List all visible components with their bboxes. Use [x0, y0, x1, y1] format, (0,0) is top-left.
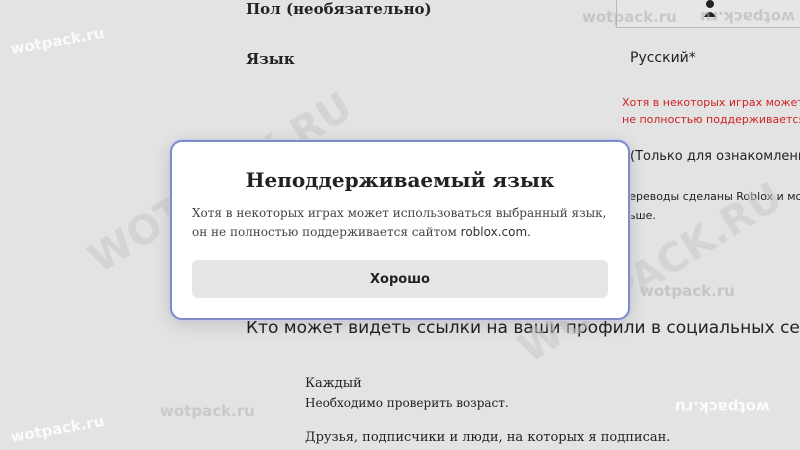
dialog-site-name: roblox.com.	[460, 225, 531, 239]
watermark-mirrored: wotpack.ru	[700, 8, 795, 26]
watermark-mirrored: wotpack.ru	[675, 398, 770, 416]
dialog-message-text: Хотя в некоторых играх может использоват…	[192, 206, 607, 239]
unsupported-language-dialog: Неподдерживаемый язык Хотя в некоторых и…	[170, 140, 630, 320]
dialog-message: Хотя в некоторых играх может использоват…	[192, 204, 608, 242]
dialog-title: Неподдерживаемый язык	[245, 168, 555, 192]
ok-button[interactable]: Хорошо	[192, 260, 608, 298]
watermark: wotpack.ru	[582, 8, 677, 26]
watermark: wotpack.ru	[160, 402, 255, 420]
